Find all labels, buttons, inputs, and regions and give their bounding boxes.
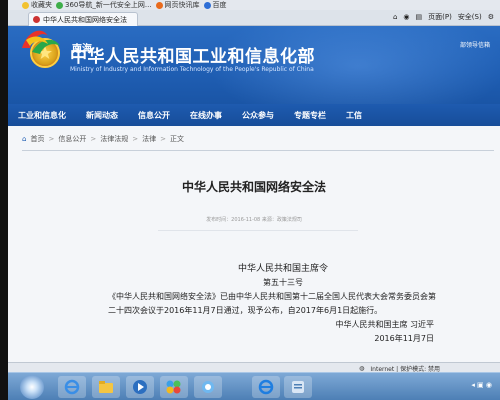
- feed-icon[interactable]: ◉: [403, 13, 409, 21]
- taskbar-ie-icon[interactable]: [58, 376, 86, 398]
- baidu-icon: [203, 1, 211, 9]
- taskbar-app-icon[interactable]: [284, 376, 312, 398]
- site-subtitle: Ministry of Industry and Information Tec…: [70, 66, 314, 73]
- article-body: 中华人民共和国主席令 第五十三号 《中华人民共和国网络安全法》已由中华人民共和国…: [108, 262, 438, 346]
- article-meta: 发布时间：2016-11-08 来源：政策法规司: [206, 217, 302, 223]
- globe-icon: ◍: [359, 365, 365, 372]
- tv-station-name: 南海: [72, 44, 92, 55]
- status-bar: ◍ Internet | 保护模式: 禁用: [8, 362, 500, 373]
- home-icon[interactable]: ⌂: [393, 13, 397, 21]
- nav-item-info-disclosure[interactable]: 信息公开: [128, 110, 180, 121]
- taskbar-browser-icon[interactable]: [194, 376, 222, 398]
- screen: 收藏夹 360导航_新一代安全上网... 网页快讯库 百度 中华人民共和国网络安…: [8, 0, 500, 400]
- breadcrumb-home[interactable]: 首页: [30, 134, 44, 144]
- tools-icon[interactable]: ⚙: [488, 13, 494, 21]
- system-tray[interactable]: ◂ ▣ ◉: [471, 381, 492, 389]
- nav-item-industry[interactable]: 工业和信息化: [8, 110, 76, 121]
- print-icon[interactable]: ▤: [416, 13, 423, 21]
- mailbox-link[interactable]: 部领导信箱: [460, 40, 490, 49]
- nav-item-public-participation[interactable]: 公众参与: [232, 110, 284, 121]
- webslice-icon: [155, 1, 163, 9]
- decree-number: 第五十三号: [263, 278, 303, 287]
- 360-icon: [56, 1, 63, 9]
- favorites-bar: 收藏夹 360导航_新一代安全上网... 网页快讯库 百度: [8, 0, 500, 10]
- tv-station-logo: [22, 30, 60, 54]
- star-icon: [22, 1, 29, 9]
- favorites-button[interactable]: 收藏夹: [22, 0, 52, 10]
- fav-link-baidu[interactable]: 百度: [203, 0, 227, 10]
- nav-item-online-services[interactable]: 在线办事: [180, 110, 232, 121]
- breadcrumb-law[interactable]: 法律: [142, 134, 156, 144]
- breadcrumb: ⌂ 首页 > 信息公开 > 法律法规 > 法律 > 正文: [22, 134, 184, 144]
- monitor-bezel: [0, 0, 8, 400]
- breadcrumb-info[interactable]: 信息公开: [58, 134, 86, 144]
- site-header: 中华人民共和国工业和信息化部 Ministry of Industry and …: [8, 26, 500, 104]
- article-title: 中华人民共和国网络安全法: [181, 180, 326, 194]
- taskbar-qq-icon[interactable]: [160, 376, 188, 398]
- site-title[interactable]: 中华人民共和国工业和信息化部: [70, 42, 315, 67]
- page-favicon: [33, 16, 40, 23]
- nav-item-miit[interactable]: 工信: [336, 110, 372, 121]
- page-menu[interactable]: 页面(P): [428, 12, 452, 22]
- decree-signature: 中华人民共和国主席 习近平: [335, 320, 434, 329]
- taskbar: ◂ ▣ ◉: [8, 372, 500, 400]
- main-nav: 工业和信息化 新闻动态 信息公开 在线办事 公众参与 专题专栏 工信: [8, 104, 500, 126]
- safety-menu[interactable]: 安全(S): [458, 12, 482, 22]
- decree-date: 2016年11月7日: [374, 334, 434, 343]
- divider: [22, 150, 494, 151]
- start-button[interactable]: [20, 375, 44, 399]
- meta-divider: [158, 230, 358, 231]
- home-icon: ⌂: [22, 135, 27, 143]
- decree-text: 《中华人民共和国网络安全法》已由中华人民共和国第十二届全国人民代表大会常务委员会…: [108, 292, 436, 315]
- taskbar-folder-icon[interactable]: [92, 376, 120, 398]
- command-bar: ⌂ ◉ ▤ 页面(P) 安全(S) ⚙: [393, 12, 494, 22]
- fav-link-360[interactable]: 360导航_新一代安全上网...: [56, 0, 152, 10]
- fav-link-webslice[interactable]: 网页快讯库: [155, 0, 200, 10]
- taskbar-media-icon[interactable]: [126, 376, 154, 398]
- tab-bar: 中华人民共和国网络安全法 ⌂ ◉ ▤ 页面(P) 安全(S) ⚙: [8, 10, 500, 26]
- breadcrumb-laws[interactable]: 法律法规: [100, 134, 128, 144]
- nav-item-news[interactable]: 新闻动态: [76, 110, 128, 121]
- nav-item-special-topics[interactable]: 专题专栏: [284, 110, 336, 121]
- tab-active[interactable]: 中华人民共和国网络安全法: [28, 12, 138, 26]
- breadcrumb-current: 正文: [169, 135, 184, 143]
- decree-issuer: 中华人民共和国主席令: [237, 264, 328, 274]
- taskbar-ie-active-icon[interactable]: [252, 376, 280, 398]
